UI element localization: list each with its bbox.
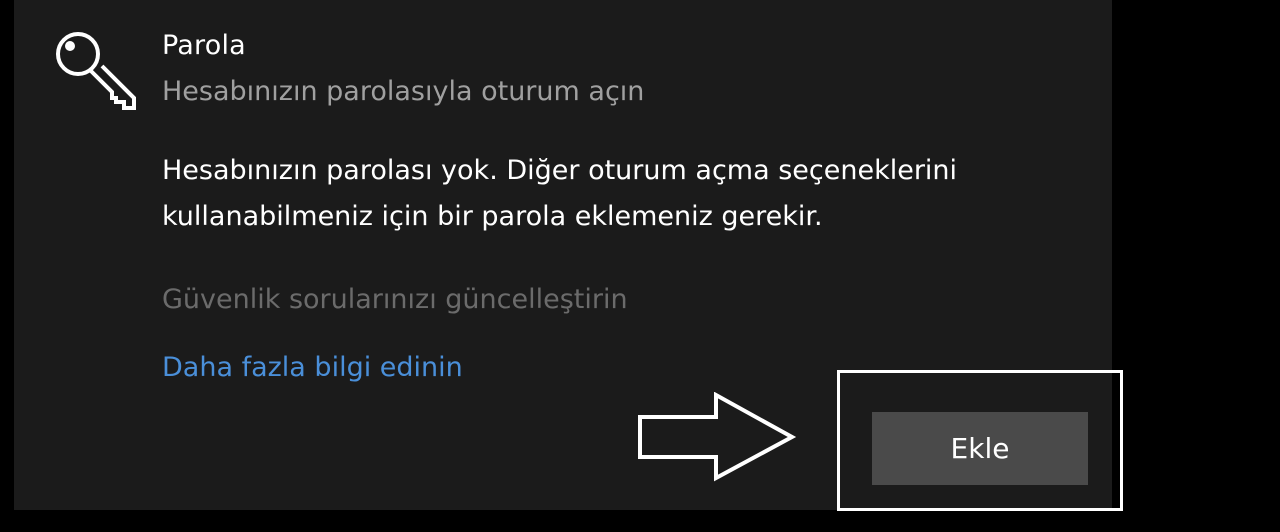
add-button[interactable]: Ekle [872,412,1088,485]
description-line: Hesabınızın parolası yok. Diğer oturum a… [162,155,958,186]
key-icon [56,32,136,110]
description-line: kullanabilmeniz için bir parola eklemeni… [162,201,823,232]
learn-more-link[interactable]: Daha fazla bilgi edinin [162,352,463,383]
option-subtitle: Hesabınızın parolasıyla oturum açın [162,76,645,107]
option-title: Parola [162,30,246,61]
right-arrow-outline-icon [638,392,797,482]
password-description: Hesabınızın parolası yok. Diğer oturum a… [162,148,1062,240]
update-security-questions-link: Güvenlik sorularınızı güncelleştirin [162,284,628,315]
